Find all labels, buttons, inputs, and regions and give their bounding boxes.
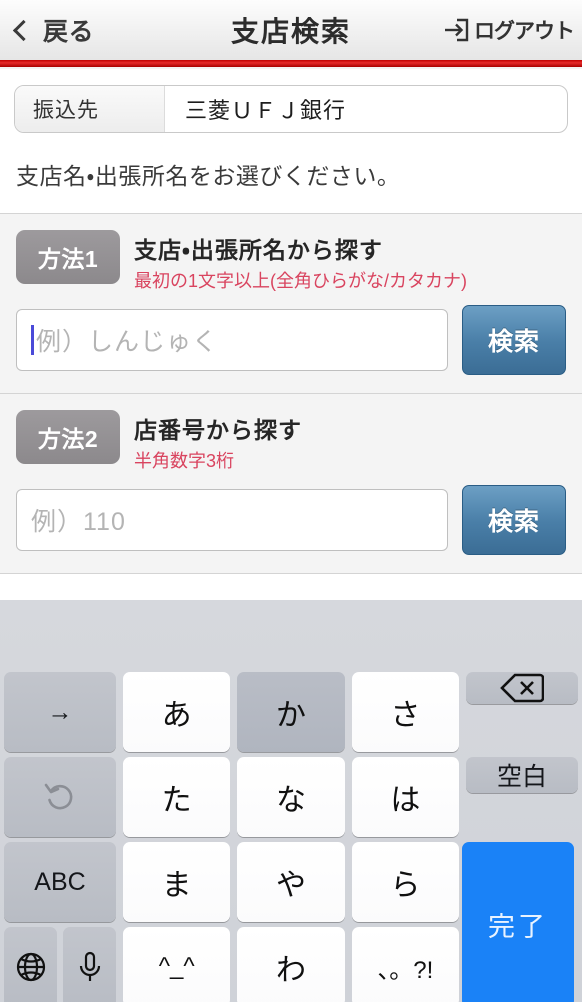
kana-key-ma[interactable]: ま xyxy=(123,842,231,922)
header-accent-rule xyxy=(0,60,582,67)
software-keyboard: → あ か さ た な は 空白 ABC ま や ら ^_^ わ 、。?! 完了 xyxy=(0,600,582,1002)
back-button-label: 戻る xyxy=(43,18,95,46)
method-1-texts: 支店・出張所名から探す 最初の1文字以上(全角ひらがな/カタカナ) xyxy=(134,230,467,293)
keyboard-row-1-kana: あ か さ xyxy=(123,672,459,752)
method-1-badge: 方法1 xyxy=(16,230,120,284)
logout-arrow-icon xyxy=(441,15,471,45)
kana-key-a[interactable]: あ xyxy=(123,672,231,752)
transfer-destination-box: 振込先 三菱ＵＦＪ銀行 xyxy=(14,85,568,133)
branch-name-search-button[interactable]: 検索 xyxy=(462,305,566,375)
method-1-hint: 最初の1文字以上(全角ひらがな/カタカナ) xyxy=(134,271,467,291)
app-header: 戻る 支店検索 ログアウト xyxy=(0,0,582,60)
punctuation-key[interactable]: 、。?! xyxy=(351,927,459,1002)
instruction-text: 支店名・出張所名をお選びください。 xyxy=(0,151,582,213)
logout-button[interactable]: ログアウト xyxy=(441,0,575,60)
emoticon-key[interactable]: ^_^ xyxy=(123,927,231,1002)
cursor-right-key[interactable]: → xyxy=(4,672,116,752)
globe-key[interactable] xyxy=(4,927,57,1002)
kana-key-ra[interactable]: ら xyxy=(351,842,459,922)
method-2-section: 方法2 店番号から探す 半角数字3桁 例）110 検索 xyxy=(0,394,582,573)
keyboard-row-3-kana: ま や ら xyxy=(123,842,459,922)
kana-key-sa[interactable]: さ xyxy=(351,672,459,752)
kana-key-ka[interactable]: か xyxy=(237,672,345,752)
branch-name-input[interactable]: 例）しんじゅく xyxy=(16,309,448,371)
keyboard-row-1-left: → xyxy=(4,672,116,752)
branch-name-placeholder: 例）しんじゅく xyxy=(36,328,219,356)
method-1-field-row: 例）しんじゅく 検索 xyxy=(16,305,566,375)
done-key[interactable]: 完了 xyxy=(462,842,574,1002)
method-1-title: 支店・出張所名から探す xyxy=(134,237,383,263)
keyboard-row-2-left xyxy=(4,757,116,837)
method-2-header: 方法2 店番号から探す 半角数字3桁 xyxy=(16,410,566,473)
branch-number-search-button[interactable]: 検索 xyxy=(462,485,566,555)
kana-key-ta[interactable]: た xyxy=(123,757,231,837)
kana-key-na[interactable]: な xyxy=(237,757,345,837)
keyboard-row-2-right: 空白 xyxy=(466,757,578,837)
backspace-key[interactable] xyxy=(466,672,578,704)
keyboard-row-4-kana: ^_^ わ 、。?! xyxy=(123,927,459,1002)
method-2-texts: 店番号から探す 半角数字3桁 xyxy=(134,410,302,473)
text-caret xyxy=(31,325,34,355)
kana-key-wa[interactable]: わ xyxy=(237,927,345,1002)
method-2-field-row: 例）110 検索 xyxy=(16,485,566,555)
section-divider-bottom xyxy=(0,573,582,574)
transfer-destination-value: 三菱ＵＦＪ銀行 xyxy=(185,98,347,123)
keyboard-row-4-left xyxy=(4,927,116,1002)
branch-search-screen: 戻る 支店検索 ログアウト 振込先 三菱ＵＦＪ銀行 支店名・出張所名をお選びくだ… xyxy=(0,0,582,1002)
keyboard-row-1-right xyxy=(466,672,578,752)
dictation-key[interactable] xyxy=(63,927,116,1002)
back-button[interactable]: 戻る xyxy=(0,0,94,60)
logout-label: ログアウト xyxy=(474,20,575,43)
keyboard-row-1: → あ か さ xyxy=(4,672,578,752)
space-key[interactable]: 空白 xyxy=(466,757,578,793)
method-1-header: 方法1 支店・出張所名から探す 最初の1文字以上(全角ひらがな/カタカナ) xyxy=(16,230,566,293)
method-2-badge: 方法2 xyxy=(16,410,120,464)
keyboard-row-3-left: ABC xyxy=(4,842,116,922)
undo-key[interactable] xyxy=(4,757,116,837)
method-2-hint: 半角数字3桁 xyxy=(134,451,235,471)
branch-number-placeholder: 例）110 xyxy=(31,508,126,536)
kana-key-ya[interactable]: や xyxy=(237,842,345,922)
keyboard-row-2: た な は 空白 xyxy=(4,757,578,837)
chevron-left-icon xyxy=(12,19,35,41)
transfer-destination-section: 振込先 三菱ＵＦＪ銀行 xyxy=(0,69,582,151)
branch-number-input[interactable]: 例）110 xyxy=(16,489,448,551)
kana-key-ha[interactable]: は xyxy=(351,757,459,837)
keyboard-row-2-kana: た な は xyxy=(123,757,459,837)
method-1-section: 方法1 支店・出張所名から探す 最初の1文字以上(全角ひらがな/カタカナ) 例）… xyxy=(0,214,582,393)
candidate-bar[interactable] xyxy=(4,600,578,672)
keyboard-rows: → あ か さ た な は 空白 ABC ま や ら ^_^ わ 、。?! 完了 xyxy=(4,672,578,1002)
method-2-title: 店番号から探す xyxy=(134,417,302,443)
abc-mode-key[interactable]: ABC xyxy=(4,842,116,922)
transfer-destination-label: 振込先 xyxy=(15,86,165,132)
